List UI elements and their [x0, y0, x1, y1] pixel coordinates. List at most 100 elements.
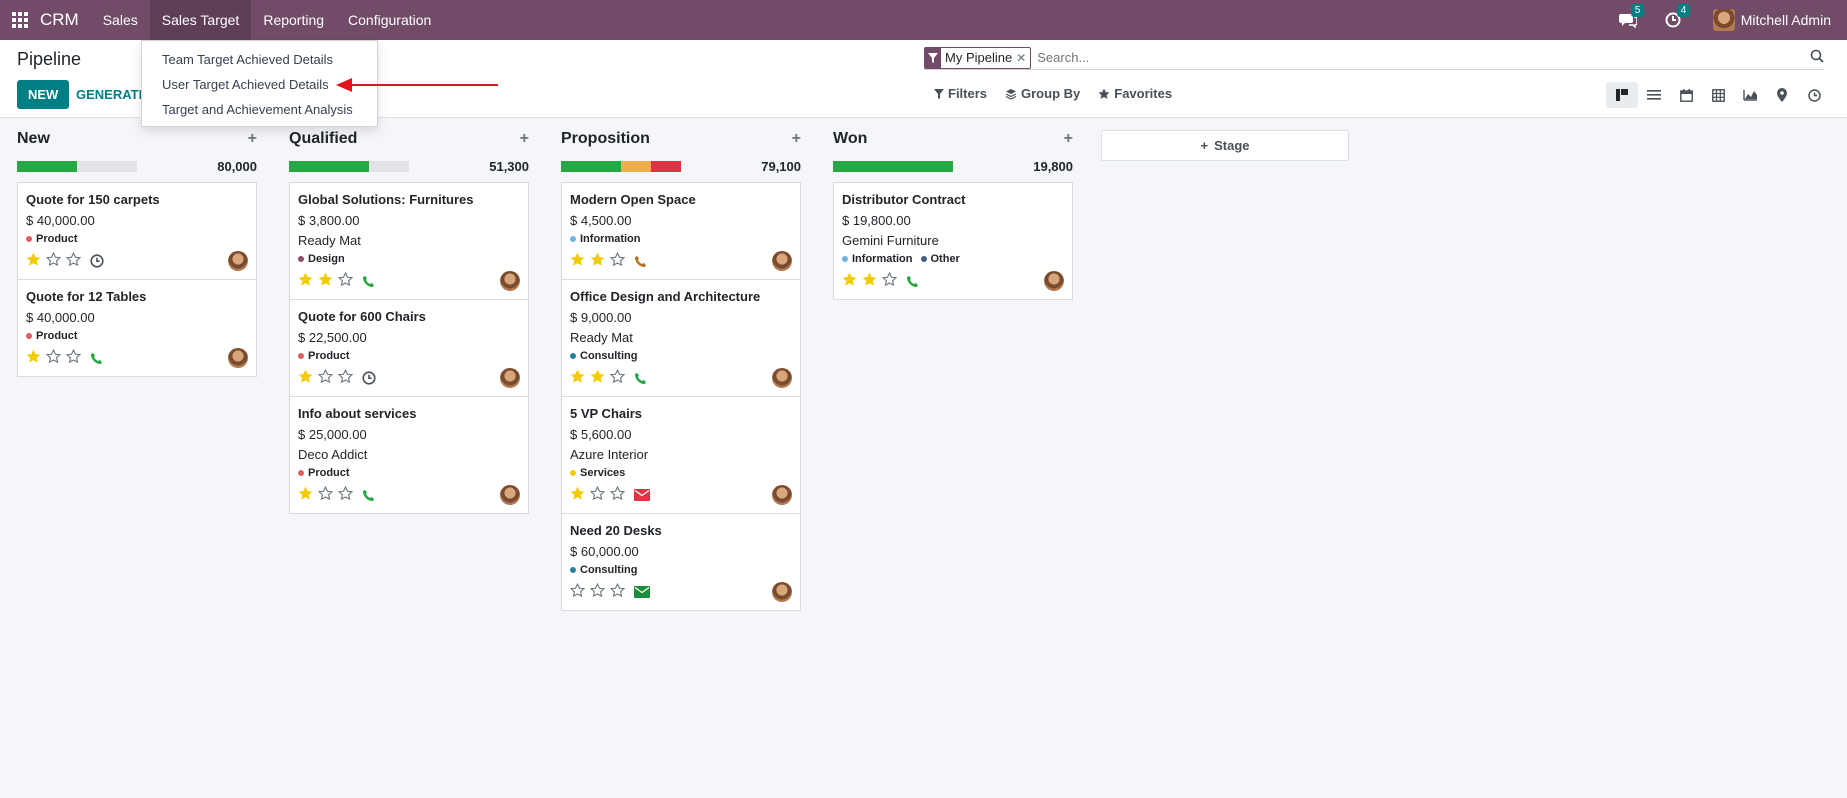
- column-title[interactable]: Proposition: [561, 130, 650, 148]
- progress-segment[interactable]: [289, 161, 370, 172]
- priority-star-icon[interactable]: [45, 251, 62, 270]
- generate-button[interactable]: GENERATE: [76, 80, 147, 109]
- phone-icon[interactable]: [906, 275, 919, 288]
- progress-segment[interactable]: [561, 161, 621, 172]
- phone-icon[interactable]: [90, 352, 103, 365]
- progress-segment[interactable]: [621, 161, 651, 172]
- clock-icon[interactable]: [362, 371, 376, 385]
- salesperson-avatar[interactable]: [228, 251, 248, 271]
- lead-card[interactable]: Info about services $ 25,000.00 Deco Add…: [289, 396, 529, 514]
- app-brand[interactable]: CRM: [40, 10, 91, 30]
- priority-star-icon[interactable]: [589, 485, 606, 504]
- priority-star-icon[interactable]: [589, 582, 606, 601]
- priority-star-icon[interactable]: [862, 272, 877, 290]
- phone-icon[interactable]: [362, 489, 375, 502]
- phone-orange-icon[interactable]: [634, 255, 647, 268]
- lead-card[interactable]: Quote for 12 Tables $ 40,000.00 Product: [17, 279, 257, 377]
- lead-card[interactable]: Modern Open Space $ 4,500.00 Information: [561, 182, 801, 280]
- priority-star-icon[interactable]: [298, 272, 313, 290]
- filters-button[interactable]: Filters: [934, 86, 987, 101]
- salesperson-avatar[interactable]: [772, 368, 792, 388]
- progress-segment[interactable]: [833, 161, 953, 172]
- activities-button[interactable]: 4: [1665, 4, 1691, 28]
- clock-icon[interactable]: [90, 254, 104, 268]
- envelope-red-icon[interactable]: [634, 489, 650, 501]
- priority-star-icon[interactable]: [570, 369, 585, 387]
- priority-star-icon[interactable]: [609, 485, 626, 504]
- priority-star-icon[interactable]: [609, 368, 626, 387]
- messages-button[interactable]: 5: [1618, 4, 1645, 28]
- new-button[interactable]: NEW: [17, 80, 70, 109]
- lead-card[interactable]: Office Design and Architecture $ 9,000.0…: [561, 279, 801, 397]
- priority-star-icon[interactable]: [65, 348, 82, 367]
- salesperson-avatar[interactable]: [500, 368, 520, 388]
- user-menu[interactable]: Mitchell Admin: [1712, 9, 1831, 31]
- search-icon[interactable]: [1810, 49, 1824, 66]
- priority-star-icon[interactable]: [842, 272, 857, 290]
- search-input[interactable]: [1037, 50, 1798, 65]
- lead-card[interactable]: Quote for 150 carpets $ 40,000.00 Produc…: [17, 182, 257, 280]
- column-title[interactable]: Won: [833, 130, 867, 148]
- quick-create-plus-icon[interactable]: +: [520, 130, 529, 148]
- lead-card[interactable]: Need 20 Desks $ 60,000.00 Consulting: [561, 513, 801, 611]
- activity-view-button[interactable]: [1798, 82, 1830, 108]
- pivot-view-button[interactable]: [1702, 82, 1734, 108]
- apps-grid-icon[interactable]: [0, 0, 40, 40]
- priority-star-icon[interactable]: [570, 252, 585, 270]
- salesperson-avatar[interactable]: [772, 582, 792, 602]
- kanban-view-button[interactable]: [1606, 82, 1638, 108]
- lead-card[interactable]: 5 VP Chairs $ 5,600.00 Azure Interior Se…: [561, 396, 801, 514]
- priority-star-icon[interactable]: [65, 251, 82, 270]
- progress-segment[interactable]: [651, 161, 681, 172]
- priority-star-icon[interactable]: [317, 368, 334, 387]
- priority-star-icon[interactable]: [318, 272, 333, 290]
- envelope-green-icon[interactable]: [634, 586, 650, 598]
- salesperson-avatar[interactable]: [1044, 271, 1064, 291]
- priority-star-icon[interactable]: [26, 252, 41, 270]
- dropdown-item-target-analysis[interactable]: Target and Achievement Analysis: [142, 97, 377, 122]
- favorites-button[interactable]: Favorites: [1098, 86, 1172, 101]
- graph-view-button[interactable]: [1734, 82, 1766, 108]
- menu-configuration[interactable]: Configuration: [336, 0, 443, 40]
- priority-star-icon[interactable]: [45, 348, 62, 367]
- map-view-button[interactable]: [1766, 82, 1798, 108]
- add-stage-button[interactable]: + Stage: [1101, 130, 1349, 161]
- quick-create-plus-icon[interactable]: +: [1064, 130, 1073, 148]
- menu-sales-target[interactable]: Sales Target: [149, 0, 252, 40]
- priority-star-icon[interactable]: [609, 251, 626, 270]
- column-title[interactable]: New: [17, 130, 50, 148]
- salesperson-avatar[interactable]: [500, 485, 520, 505]
- list-view-button[interactable]: [1638, 82, 1670, 108]
- lead-card[interactable]: Global Solutions: Furnitures $ 3,800.00 …: [289, 182, 529, 300]
- priority-star-icon[interactable]: [881, 271, 898, 290]
- priority-star-icon[interactable]: [590, 252, 605, 270]
- salesperson-avatar[interactable]: [228, 348, 248, 368]
- salesperson-avatar[interactable]: [772, 485, 792, 505]
- phone-icon[interactable]: [634, 372, 647, 385]
- quick-create-plus-icon[interactable]: +: [248, 130, 257, 148]
- priority-star-icon[interactable]: [590, 369, 605, 387]
- page-title[interactable]: Pipeline: [17, 49, 81, 70]
- priority-star-icon[interactable]: [337, 271, 354, 290]
- phone-icon[interactable]: [362, 275, 375, 288]
- facet-close-icon[interactable]: ✕: [1016, 51, 1030, 65]
- priority-star-icon[interactable]: [26, 349, 41, 367]
- priority-star-icon[interactable]: [337, 368, 354, 387]
- progress-segment[interactable]: [17, 161, 77, 172]
- priority-star-icon[interactable]: [317, 485, 334, 504]
- salesperson-avatar[interactable]: [500, 271, 520, 291]
- quick-create-plus-icon[interactable]: +: [792, 130, 801, 148]
- priority-star-icon[interactable]: [337, 485, 354, 504]
- lead-card[interactable]: Quote for 600 Chairs $ 22,500.00 Product: [289, 299, 529, 397]
- groupby-button[interactable]: Group By: [1005, 86, 1080, 101]
- calendar-view-button[interactable]: [1670, 82, 1702, 108]
- lead-card[interactable]: Distributor Contract $ 19,800.00 Gemini …: [833, 182, 1073, 300]
- priority-star-icon[interactable]: [609, 582, 626, 601]
- column-title[interactable]: Qualified: [289, 130, 357, 148]
- salesperson-avatar[interactable]: [772, 251, 792, 271]
- priority-star-icon[interactable]: [298, 486, 313, 504]
- priority-star-icon[interactable]: [298, 369, 313, 387]
- priority-star-icon[interactable]: [570, 486, 585, 504]
- menu-sales[interactable]: Sales: [91, 0, 150, 40]
- menu-reporting[interactable]: Reporting: [251, 0, 336, 40]
